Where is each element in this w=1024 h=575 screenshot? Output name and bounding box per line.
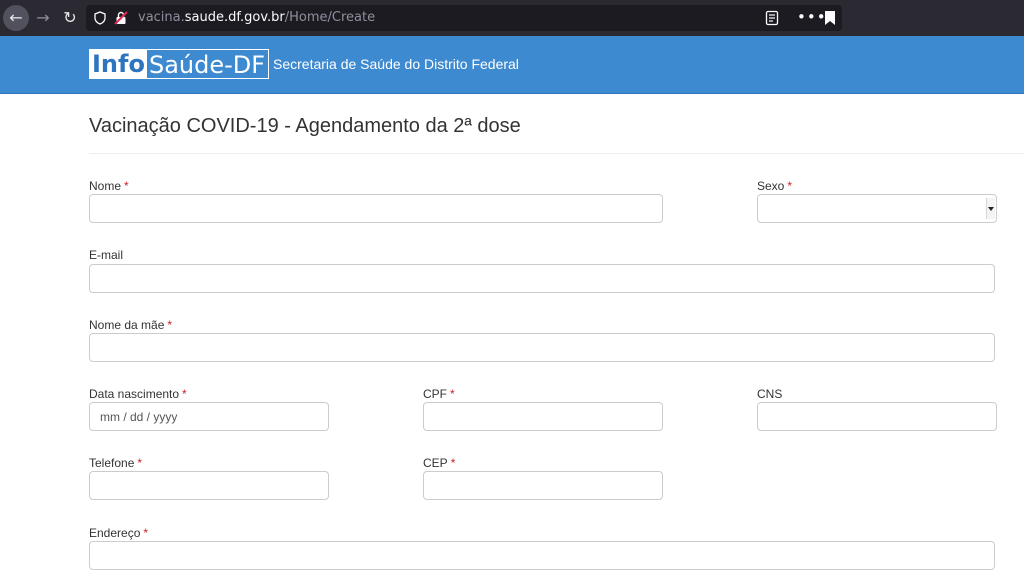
email-label-text: E-mail [89,248,124,262]
logo-saude-text: Saúde-DF [146,49,270,79]
required-marker: * [143,526,149,540]
data-nascimento-label: Data nascimento * [89,387,187,401]
telefone-input[interactable] [89,471,329,500]
cep-label-text: CEP [423,456,448,470]
site-header: Info Saúde-DF Secretaria de Saúde do Dis… [0,36,1024,94]
required-marker: * [137,456,143,470]
url-subdomain: vacina. [138,10,185,25]
required-marker: * [450,387,455,401]
cns-input[interactable] [757,402,997,431]
reader-view-icon[interactable] [764,10,780,26]
nome-label: Nome * [89,179,129,193]
url-domain: saude.df.gov.br [184,10,285,25]
back-arrow-icon[interactable]: ← [3,5,29,31]
endereco-input[interactable] [89,541,995,570]
page-actions-more-icon[interactable]: ••• [797,5,827,31]
cep-label: CEP * [423,456,455,470]
cpf-label-text: CPF [423,387,447,401]
sexo-label: Sexo * [757,179,792,193]
cns-label-text: CNS [757,387,783,401]
url-text[interactable]: vacina.saude.df.gov.br/Home/Create [138,5,375,31]
browser-toolbar: ← → ↻ vacina.saude.df.gov.br/Home/Create… [0,0,1024,36]
bookmark-icon[interactable] [824,10,836,26]
sexo-select[interactable] [757,194,997,223]
data-nascimento-label-text: Data nascimento [89,387,180,401]
site-subtitle: Secretaria de Saúde do Distrito Federal [273,56,519,72]
reload-icon[interactable]: ↻ [58,6,82,30]
email-input[interactable] [89,264,995,293]
telefone-label-text: Telefone [89,456,135,470]
nome-mae-label: Nome da mãe * [89,318,172,332]
required-marker: * [167,318,173,332]
sexo-label-text: Sexo [757,179,785,193]
insecure-lock-icon[interactable] [114,11,128,25]
nome-mae-label-text: Nome da mãe [89,318,165,332]
endereco-label-text: Endereço [89,526,141,540]
address-bar[interactable]: vacina.saude.df.gov.br/Home/Create ••• [86,5,842,31]
required-marker: * [787,179,793,193]
data-nascimento-input[interactable] [89,402,329,431]
shield-icon[interactable] [94,11,106,25]
title-divider [89,153,1024,154]
cns-label: CNS [757,387,782,401]
infosaude-logo[interactable]: Info Saúde-DF [89,49,270,79]
required-marker: * [182,387,187,401]
logo-info-text: Info [89,49,147,79]
cpf-input[interactable] [423,402,663,431]
endereco-label: Endereço * [89,526,148,540]
required-marker: * [450,456,456,470]
nome-mae-input[interactable] [89,333,995,362]
nome-input[interactable] [89,194,663,223]
forward-arrow-icon[interactable]: → [31,6,55,30]
required-marker: * [124,179,129,193]
select-arrow-icon[interactable] [986,198,995,219]
nome-label-text: Nome [89,179,122,193]
cep-input[interactable] [423,471,663,500]
telefone-label: Telefone * [89,456,142,470]
cpf-label: CPF * [423,387,455,401]
page-title: Vacinação COVID-19 - Agendamento da 2ª d… [89,115,521,137]
url-path: /Home/Create [284,10,376,25]
email-label: E-mail [89,248,123,262]
